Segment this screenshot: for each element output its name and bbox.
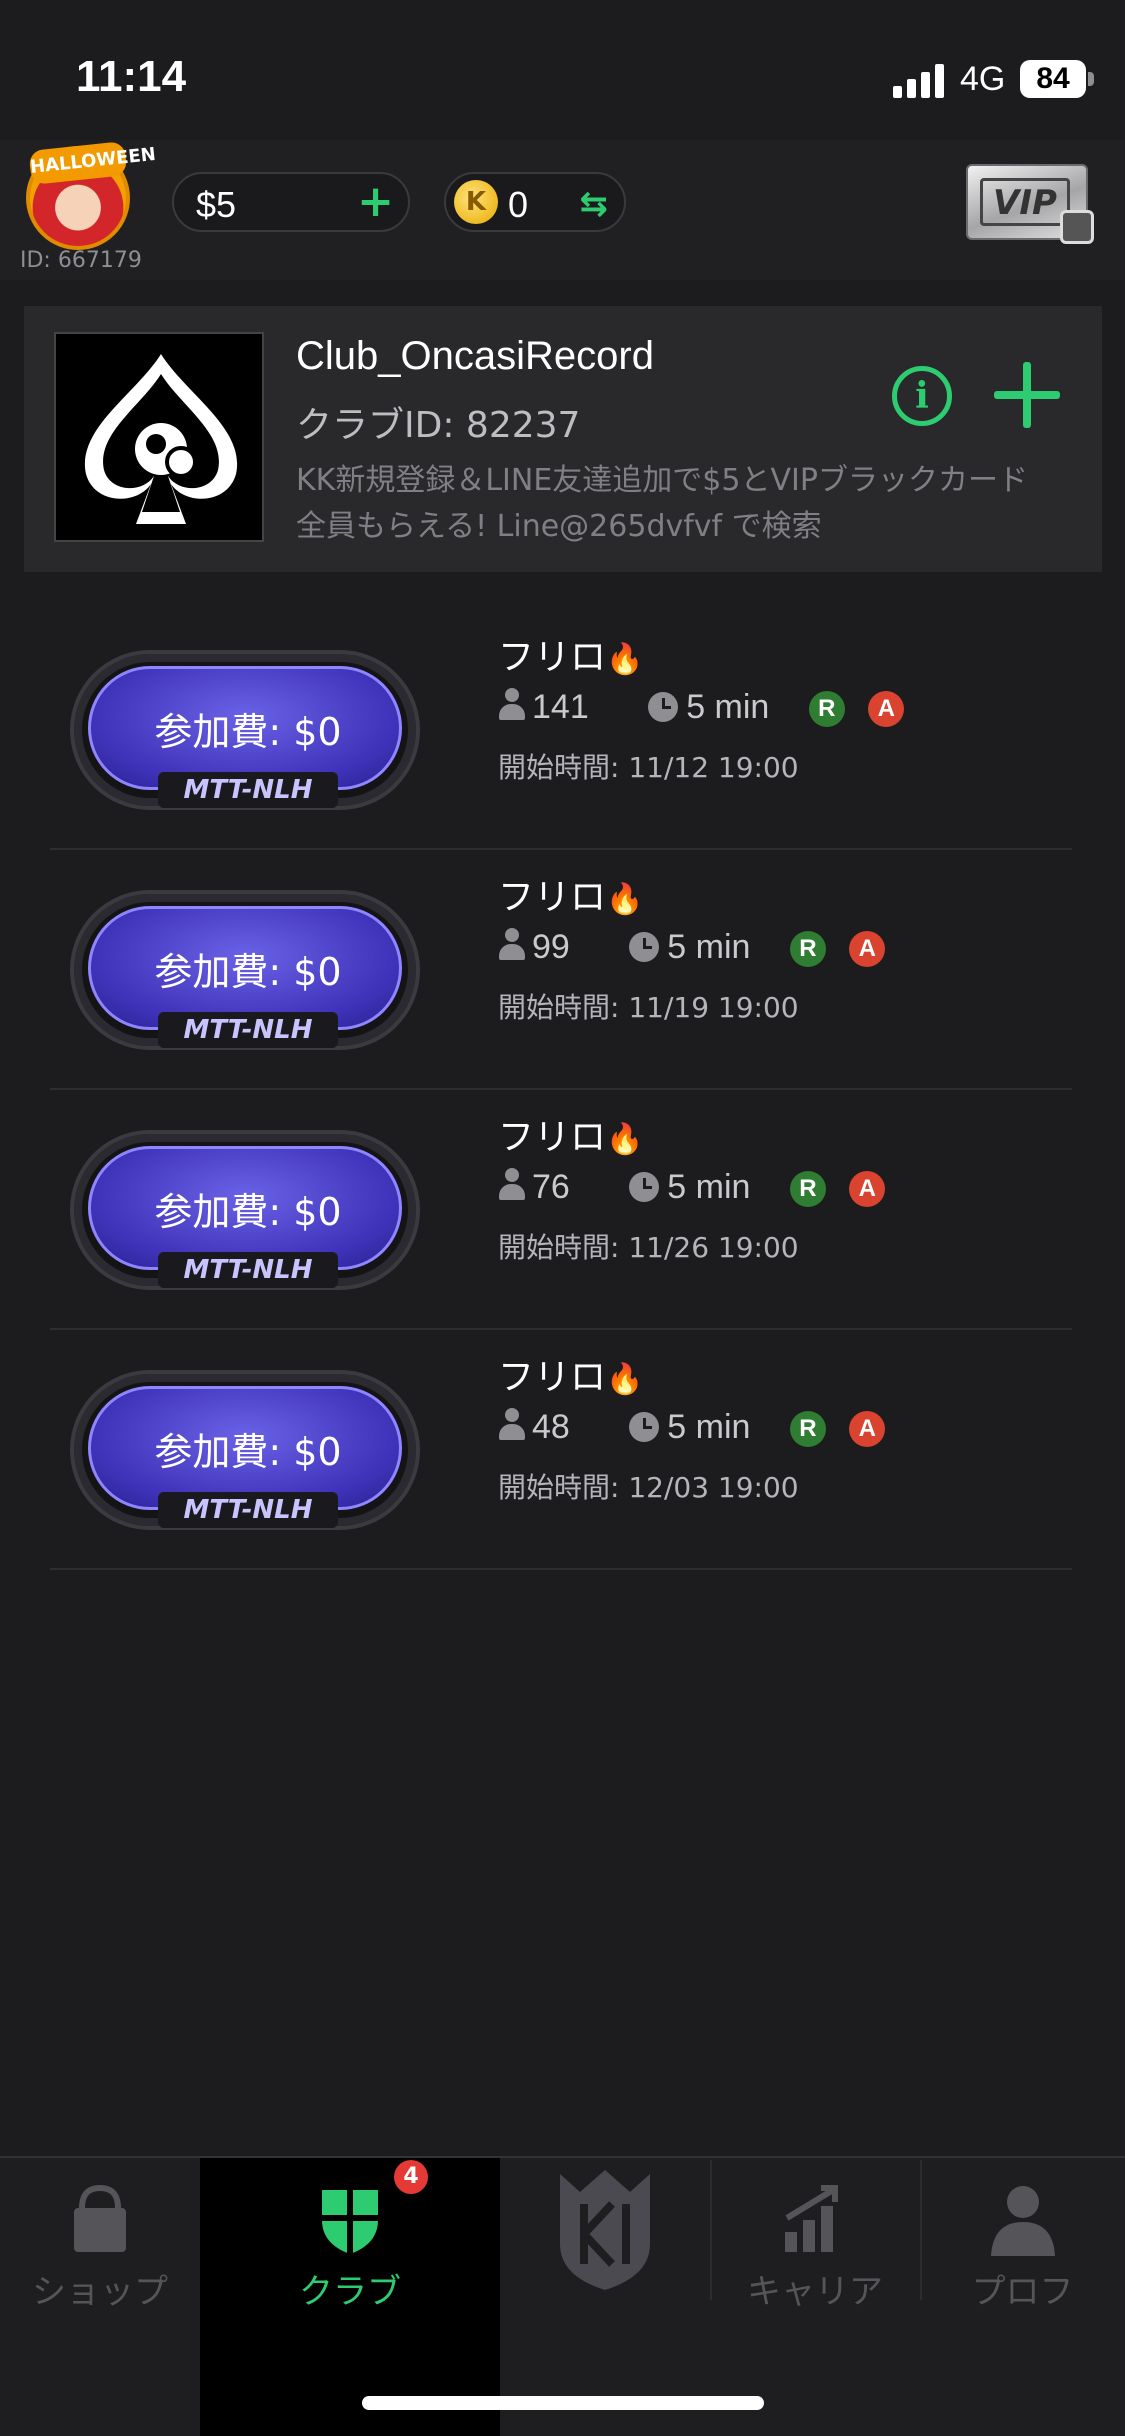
rebuy-badge: R [789, 1171, 826, 1207]
person-icon [498, 1168, 526, 1202]
tab-divider [920, 2160, 922, 2300]
battery-icon: 84 [1020, 60, 1086, 98]
game-type: MTT-NLH [158, 772, 338, 808]
club-id: クラブID: 82237 [296, 405, 581, 446]
addon-badge: A [868, 691, 905, 727]
battery-tip [1088, 72, 1094, 86]
profile-icon [990, 2186, 1055, 2256]
tournament-row[interactable]: 参加費: $0 MTT-NLH フリロ🔥 48 5 min R A 開始時間: … [50, 1330, 1072, 1570]
tournament-meta: 99 5 min R A [498, 928, 886, 974]
user-id: ID: 667179 [20, 248, 142, 273]
club-name: Club_OncasiRecord [296, 334, 654, 378]
blind-level: 5 min [686, 688, 770, 726]
fire-icon: 🔥 [606, 1362, 644, 1397]
join-fee-button[interactable]: 参加費: $0 MTT-NLH [70, 890, 420, 1050]
tournament-meta: 76 5 min R A [498, 1168, 886, 1214]
add-cash-icon[interactable]: + [357, 180, 394, 224]
tournament-name: フリロ🔥 [498, 877, 644, 918]
club-logo [54, 332, 264, 542]
join-fee-button[interactable]: 参加費: $0 MTT-NLH [70, 1130, 420, 1290]
person-icon [498, 1408, 526, 1442]
game-type: MTT-NLH [158, 1492, 338, 1528]
network-type: 4G [960, 60, 1006, 98]
exchange-icon[interactable]: ⇆ [580, 184, 609, 224]
blind-level: 5 min [667, 928, 751, 966]
info-icon[interactable]: i [892, 366, 952, 426]
blind-level: 5 min [667, 1408, 751, 1446]
tournament-row[interactable]: 参加費: $0 MTT-NLH フリロ🔥 99 5 min R A 開始時間: … [50, 850, 1072, 1090]
fire-icon: 🔥 [606, 642, 644, 677]
tournament-meta: 48 5 min R A [498, 1408, 886, 1454]
clock-icon [629, 1412, 660, 1442]
shield-icon [322, 2190, 378, 2254]
add-icon[interactable] [994, 362, 1060, 428]
tournament-row[interactable]: 参加費: $0 MTT-NLH フリロ🔥 141 5 min R A 開始時間:… [50, 610, 1072, 850]
club-notification-badge: 4 [394, 2160, 428, 2194]
clock-icon [629, 1172, 660, 1202]
career-chart-icon [785, 2185, 838, 2252]
home-indicator[interactable] [362, 2396, 764, 2410]
start-time: 開始時間: 11/26 19:00 [498, 1231, 799, 1264]
cash-value: $5 [196, 184, 237, 225]
player-count: 48 [532, 1408, 570, 1446]
tab-divider [710, 2160, 712, 2300]
person-icon [498, 688, 526, 722]
tab-club-label: クラブ [299, 2272, 401, 2312]
fee-label: 参加費: $0 [154, 1190, 342, 1234]
blind-level: 5 min [667, 1168, 751, 1206]
shopping-bag-icon [74, 2184, 126, 2252]
start-time: 開始時間: 12/03 19:00 [498, 1471, 799, 1504]
kcoin-icon: K [454, 180, 498, 224]
cash-balance[interactable]: $5 + [172, 172, 410, 232]
tournament-row[interactable]: 参加費: $0 MTT-NLH フリロ🔥 76 5 min R A 開始時間: … [50, 1090, 1072, 1330]
game-type: MTT-NLH [158, 1012, 338, 1048]
tournament-meta: 141 5 min R A [498, 688, 905, 734]
signal-icon [893, 64, 945, 98]
tab-career-label: キャリア [747, 2272, 883, 2312]
fee-label: 参加費: $0 [154, 950, 342, 994]
status-bar: 11:14 4G 84 [0, 0, 1125, 140]
tab-club[interactable]: クラブ [200, 2158, 500, 2436]
start-time: 開始時間: 11/12 19:00 [498, 751, 799, 784]
player-count: 76 [532, 1168, 570, 1206]
clock-icon [648, 692, 679, 722]
addon-badge: A [849, 1411, 886, 1447]
fire-icon: 🔥 [606, 882, 644, 917]
tournament-name: フリロ🔥 [498, 637, 644, 678]
rebuy-badge: R [789, 931, 826, 967]
person-icon [498, 928, 526, 962]
rebuy-badge: R [789, 1411, 826, 1447]
tournament-name: フリロ🔥 [498, 1117, 644, 1158]
tab-shop[interactable]: ショップ [0, 2158, 200, 2436]
fee-label: 参加費: $0 [154, 710, 342, 754]
club-description: KK新規登録＆LINE友達追加で$5とVIPブラックカード全員もらえる! Lin… [296, 463, 1028, 544]
lock-icon [1060, 210, 1094, 244]
player-count: 99 [532, 928, 570, 966]
kk-logo-icon [560, 2170, 650, 2290]
player-count: 141 [532, 688, 589, 726]
vip-label: VIP [980, 178, 1070, 226]
coin-value: 0 [508, 184, 529, 225]
join-fee-button[interactable]: 参加費: $0 MTT-NLH [70, 650, 420, 810]
fire-icon: 🔥 [606, 1122, 644, 1157]
tournament-name: フリロ🔥 [498, 1357, 644, 1398]
start-time: 開始時間: 11/19 19:00 [498, 991, 799, 1024]
clock-icon [629, 932, 660, 962]
coin-balance[interactable]: K 0 ⇆ [444, 172, 626, 232]
tab-profile[interactable]: プロフ [920, 2158, 1125, 2436]
rebuy-badge: R [808, 691, 845, 727]
bottom-tab-bar: ショップ クラブ キャリア プロフ [0, 2156, 1125, 2436]
tab-profile-label: プロフ [971, 2272, 1074, 2312]
game-type: MTT-NLH [158, 1252, 338, 1288]
addon-badge: A [849, 1171, 886, 1207]
addon-badge: A [849, 931, 886, 967]
tab-shop-label: ショップ [32, 2272, 168, 2312]
join-fee-button[interactable]: 参加費: $0 MTT-NLH [70, 1370, 420, 1530]
tab-home[interactable] [500, 2158, 710, 2436]
fee-label: 参加費: $0 [154, 1430, 342, 1474]
status-time: 11:14 [76, 52, 187, 101]
tab-career[interactable]: キャリア [710, 2158, 920, 2436]
